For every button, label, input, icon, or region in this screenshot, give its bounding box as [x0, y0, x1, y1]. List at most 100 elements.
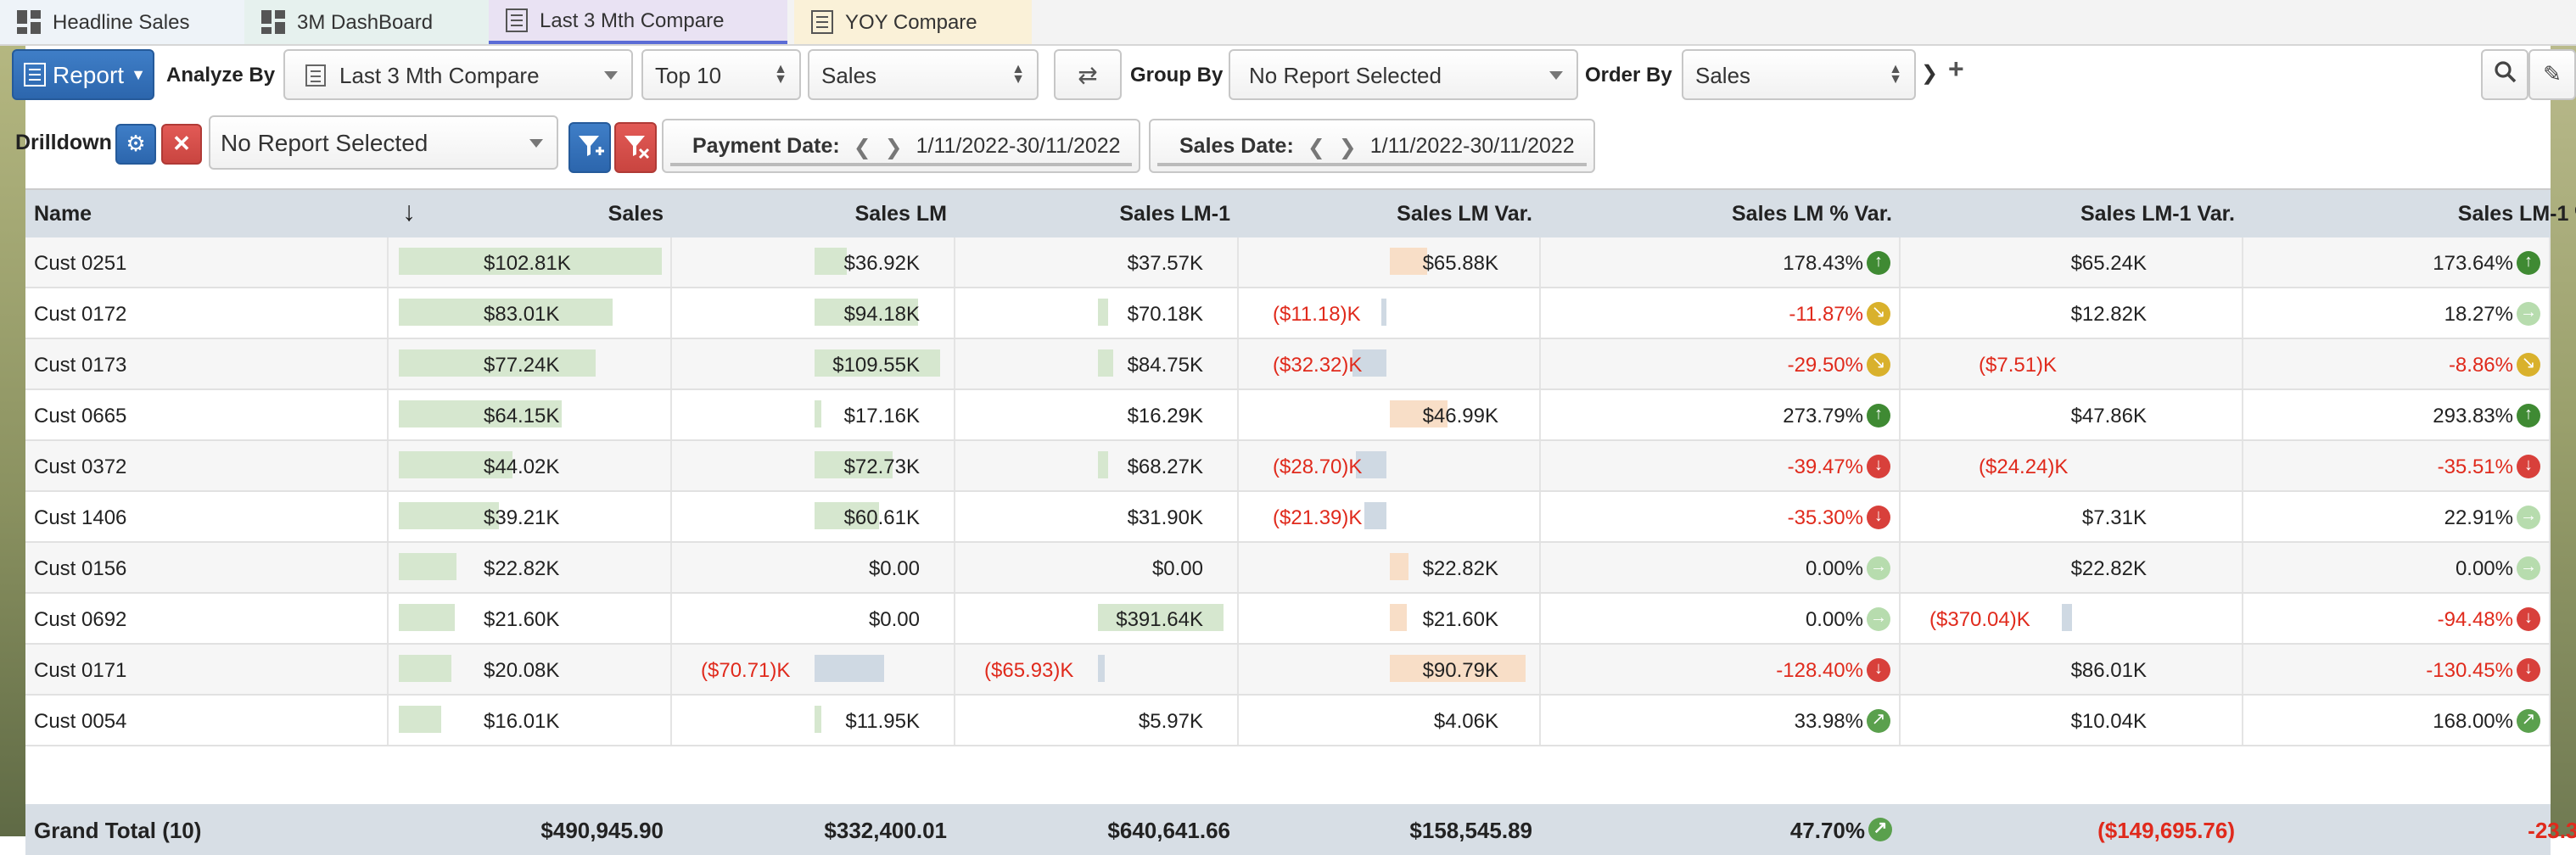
column-header-sales-lm-1-pct-var[interactable]: Sales LM-1 % Var. — [2243, 190, 2576, 238]
column-header-name[interactable]: Name — [34, 190, 373, 238]
cell-lmvar: $22.82K — [1239, 543, 1541, 592]
tab-3m-dashboard[interactable]: 3M DashBoard — [244, 0, 489, 44]
cell-lmvar: ($21.39)K — [1239, 492, 1541, 541]
table-row[interactable]: Cust 0665 $64.15K $17.16K $16.29K $46.99K 273… — [25, 390, 2551, 441]
cell-sales: $83.01K — [389, 288, 672, 338]
cell-lmpct: 33.98% ↗ — [1541, 696, 1901, 745]
swap-button[interactable]: ⇄ — [1054, 49, 1122, 100]
column-header-sales-lm-pct-var[interactable]: Sales LM % Var. — [1541, 190, 1892, 238]
report-menu-button[interactable]: Report ▼ — [12, 49, 154, 100]
cell-lmpct: -128.40% ↓ — [1541, 645, 1901, 694]
customer-name[interactable]: Cust 0156 — [34, 543, 126, 592]
customer-name[interactable]: Cust 0173 — [34, 339, 126, 388]
value-bar — [1098, 451, 1108, 478]
table-row[interactable]: Cust 0173 $77.24K $109.55K $84.75K ($32.32)K… — [25, 339, 2551, 390]
variance-text: $7.31K — [2081, 505, 2147, 528]
chevron-down-icon: ▼ — [131, 66, 146, 83]
percent-text: 168.00% — [2433, 708, 2513, 732]
group-by-label: Group By — [1130, 63, 1224, 87]
customer-name[interactable]: Cust 1406 — [34, 492, 126, 541]
report-icon — [24, 63, 46, 87]
customer-name[interactable]: Cust 0054 — [34, 696, 126, 745]
cell-lm: $17.16K — [672, 390, 955, 439]
add-icon[interactable]: + — [1948, 56, 1964, 87]
percent-text: -94.48% — [2437, 606, 2513, 630]
customer-name[interactable]: Cust 0372 — [34, 441, 126, 490]
dashboard-icon — [17, 10, 41, 34]
value-text: $109.55K — [832, 352, 920, 376]
cell-lmpct: 0.00% → — [1541, 543, 1901, 592]
column-header-sales-lm-var[interactable]: Sales LM Var. — [1239, 190, 1532, 238]
chevron-left-icon[interactable]: ❮ — [854, 133, 871, 159]
arrow-right-icon: → — [1867, 606, 1890, 630]
cell-name: Cust 0156 — [25, 543, 389, 592]
cell-name: Cust 1406 — [25, 492, 389, 541]
chevron-down-icon[interactable]: ❯ — [1921, 61, 1938, 85]
chevron-right-icon[interactable]: ❯ — [885, 133, 903, 159]
total-label: Grand Total (10) — [34, 817, 202, 842]
table-row[interactable]: Cust 0172 $83.01K $94.18K $70.18K ($11.18)K -… — [25, 288, 2551, 339]
group-by-value: No Report Selected — [1249, 62, 1442, 87]
remove-filter-button[interactable] — [614, 122, 657, 173]
top-n-select[interactable]: Top 10 ▲ ▼ — [641, 49, 801, 100]
total-sales-lm-1: $640,641.66 — [1107, 817, 1230, 842]
order-by-select[interactable]: Sales ▲ ▼ — [1682, 49, 1916, 100]
value-bar — [815, 248, 846, 275]
customer-name[interactable]: Cust 0171 — [34, 645, 126, 694]
variance-text: $22.82K — [1422, 556, 1498, 579]
value-text: $16.01K — [484, 708, 560, 732]
table-row[interactable]: Cust 0692 $21.60K $0.00 $391.64K $21.60K 0.00… — [25, 594, 2551, 645]
cell-lmvar: $21.60K — [1239, 594, 1541, 643]
chevron-right-icon[interactable]: ❯ — [1339, 133, 1357, 159]
cell-lm: $11.95K — [672, 696, 955, 745]
variance-text: $86.01K — [2070, 657, 2147, 681]
drilldown-label: Drilldown — [15, 131, 112, 154]
table-row[interactable]: Cust 0171 $20.08K ($70.71)K ($65.93)K $90.79… — [25, 645, 2551, 696]
column-header-sales-lm[interactable]: Sales LM — [672, 190, 947, 238]
table-row[interactable]: Cust 0156 $22.82K $0.00 $0.00 $22.82K 0.00% → $… — [25, 543, 2551, 594]
cell-sales: $39.21K — [389, 492, 672, 541]
measure-select[interactable]: Sales ▲ ▼ — [808, 49, 1039, 100]
percent-value: -35.51% ↓ — [2438, 441, 2540, 490]
drilldown-report-value: No Report Selected — [221, 129, 428, 156]
add-filter-button[interactable] — [568, 122, 611, 173]
customer-name[interactable]: Cust 0172 — [34, 288, 126, 338]
variance-bar — [2062, 604, 2072, 631]
chevron-left-icon[interactable]: ❮ — [1308, 133, 1325, 159]
variance-text: $47.86K — [2070, 403, 2147, 427]
tab-last-3-mth-compare[interactable]: Last 3 Mth Compare — [489, 0, 787, 44]
search-button[interactable] — [2481, 49, 2528, 100]
payment-date-filter[interactable]: Payment Date: ❮ ❯ 1/11/2022-30/11/2022 — [662, 119, 1140, 173]
customer-name[interactable]: Cust 0251 — [34, 238, 126, 287]
column-header-sales-lm-1[interactable]: Sales LM-1 — [955, 190, 1230, 238]
cell-lm1: $70.18K — [955, 288, 1239, 338]
tab-headline-sales[interactable]: Headline Sales — [0, 0, 244, 44]
date-range-underline — [1157, 163, 1587, 166]
value-text: $68.27K — [1127, 454, 1203, 478]
value-bar — [1098, 655, 1106, 682]
tab-yoy-compare[interactable]: YOY Compare — [794, 0, 1032, 44]
customer-name[interactable]: Cust 0692 — [34, 594, 126, 643]
drilldown-settings-button[interactable]: ⚙ — [115, 124, 156, 165]
drilldown-report-select[interactable]: No Report Selected — [209, 115, 558, 170]
sales-date-filter[interactable]: Sales Date: ❮ ❯ 1/11/2022-30/11/2022 — [1149, 119, 1595, 173]
table-row[interactable]: Cust 1406 $39.21K $60.61K $31.90K ($21.39)K -… — [25, 492, 2551, 543]
percent-value: 173.64% ↑ — [2433, 238, 2540, 287]
value-text: $72.73K — [843, 454, 920, 478]
analyze-by-select[interactable]: Last 3 Mth Compare — [283, 49, 633, 100]
drilldown-clear-button[interactable]: ✕ — [161, 124, 202, 165]
value-text: ($65.93)K — [984, 657, 1074, 681]
column-header-sales[interactable]: Sales — [389, 190, 664, 238]
table-row[interactable]: Cust 0372 $44.02K $72.73K $68.27K ($28.70)K -… — [25, 441, 2551, 492]
table-row[interactable]: Cust 0054 $16.01K $11.95K $5.97K $4.06K 33.98… — [25, 696, 2551, 746]
table-row[interactable]: Cust 0251 $102.81K $36.92K $37.57K $65.88K 17… — [25, 238, 2551, 288]
value-bar — [815, 400, 822, 428]
arrow-down-icon: ↓ — [2517, 657, 2540, 681]
group-by-select[interactable]: No Report Selected — [1229, 49, 1578, 100]
column-header-sales-lm-1-var[interactable]: Sales LM-1 Var. — [1901, 190, 2235, 238]
edit-button[interactable]: ✎ — [2528, 49, 2576, 100]
cell-lmvar: ($11.18)K — [1239, 288, 1541, 338]
cell-lm: $94.18K — [672, 288, 955, 338]
percent-text: 0.00% — [1805, 606, 1863, 630]
customer-name[interactable]: Cust 0665 — [34, 390, 126, 439]
